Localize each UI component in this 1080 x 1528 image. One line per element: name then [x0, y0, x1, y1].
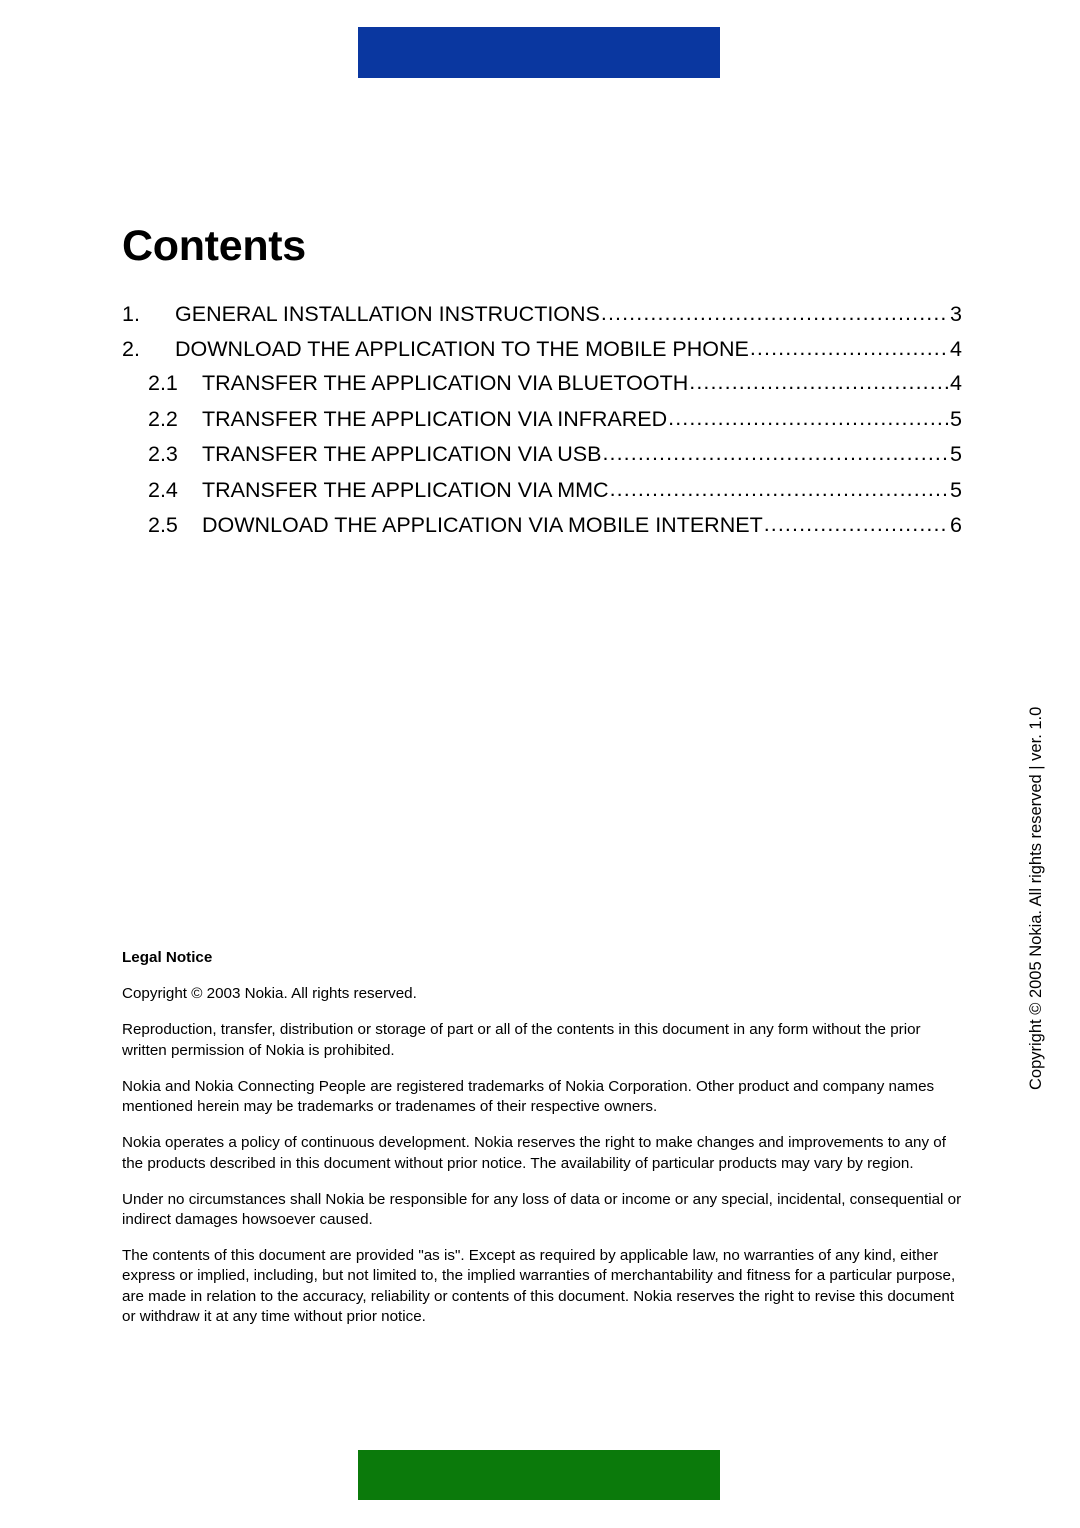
side-copyright-text: Copyright © 2005 Nokia. All rights reser… — [1027, 706, 1045, 1090]
toc-dot-leader — [601, 303, 948, 325]
toc-entry[interactable]: 2. DOWNLOAD THE APPLICATION TO THE MOBILE… — [122, 336, 962, 361]
toc-entry[interactable]: 2.4 TRANSFER THE APPLICATION VIA MMC 5 — [122, 477, 962, 502]
toc-entry-label: DOWNLOAD THE APPLICATION VIA MOBILE INTE… — [202, 513, 763, 537]
legal-notice-paragraphs: Copyright © 2003 Nokia. All rights reser… — [122, 984, 962, 1327]
footer-decorative-bar — [358, 1450, 720, 1500]
toc-entry-page-number: 4 — [950, 371, 962, 395]
header-decorative-bar — [358, 27, 720, 78]
legal-notice-heading: Legal Notice — [122, 949, 213, 966]
legal-notice-paragraph: Copyright © 2003 Nokia. All rights reser… — [122, 985, 417, 1003]
toc-entry-page-number: 5 — [950, 477, 962, 502]
toc-dot-leader — [668, 408, 948, 430]
toc-entry-number: 2.2 — [148, 406, 178, 431]
legal-notice-section: Legal Notice Copyright © 2003 Nokia. All… — [122, 948, 962, 1327]
toc-entry-label: TRANSFER THE APPLICATION VIA USB — [202, 442, 602, 466]
legal-notice-paragraph: Reproduction, transfer, distribution or … — [122, 1021, 921, 1059]
toc-entry-label: DOWNLOAD THE APPLICATION TO THE MOBILE P… — [175, 336, 749, 361]
toc-entry[interactable]: 2.2 TRANSFER THE APPLICATION VIA INFRARED… — [122, 406, 962, 431]
toc-entry-page-number: 5 — [950, 442, 962, 466]
table-of-contents: 1. GENERAL INSTALLATION INSTRUCTIONS 3 2. DO… — [122, 302, 962, 551]
toc-entry-page-number: 4 — [950, 336, 962, 361]
toc-entry[interactable]: 2.1 TRANSFER THE APPLICATION VIA BLUETOOT… — [122, 371, 962, 395]
toc-dot-leader — [750, 338, 948, 360]
toc-entry[interactable]: 2.5 DOWNLOAD THE APPLICATION VIA MOBILE I… — [122, 513, 962, 537]
toc-entry-number: 1. — [122, 302, 140, 326]
toc-entry-page-number: 3 — [950, 302, 962, 326]
toc-entry-number: 2.4 — [148, 477, 178, 502]
toc-entry-label: TRANSFER THE APPLICATION VIA MMC — [202, 477, 609, 502]
toc-entry[interactable]: 1. GENERAL INSTALLATION INSTRUCTIONS 3 — [122, 302, 962, 326]
toc-dot-leader — [610, 479, 948, 501]
toc-entry-label: GENERAL INSTALLATION INSTRUCTIONS — [175, 302, 600, 326]
toc-entry-page-number: 5 — [950, 406, 962, 431]
toc-entry[interactable]: 2.3 TRANSFER THE APPLICATION VIA USB 5 — [122, 442, 962, 466]
toc-entry-page-number: 6 — [950, 513, 962, 537]
page-title: Contents — [122, 221, 306, 270]
legal-notice-paragraph: Nokia and Nokia Connecting People are re… — [122, 1077, 935, 1116]
toc-dot-leader — [764, 514, 948, 536]
toc-dot-leader — [602, 443, 948, 465]
document-page: Contents 1. GENERAL INSTALLATION INSTRUCT… — [0, 0, 1080, 1528]
legal-notice-paragraph: The contents of this document are provid… — [122, 1247, 956, 1325]
legal-notice-paragraph: Under no circumstances shall Nokia be re… — [122, 1190, 962, 1228]
toc-entry-number: 2. — [122, 336, 140, 361]
toc-dot-leader — [689, 372, 948, 394]
toc-entry-number: 2.3 — [148, 442, 178, 466]
legal-notice-paragraph: Nokia operates a policy of continuous de… — [122, 1134, 946, 1172]
toc-entry-label: TRANSFER THE APPLICATION VIA BLUETOOTH — [202, 371, 689, 395]
toc-entry-number: 2.1 — [148, 371, 178, 395]
toc-entry-number: 2.5 — [148, 513, 178, 537]
toc-entry-label: TRANSFER THE APPLICATION VIA INFRARED — [202, 406, 668, 431]
